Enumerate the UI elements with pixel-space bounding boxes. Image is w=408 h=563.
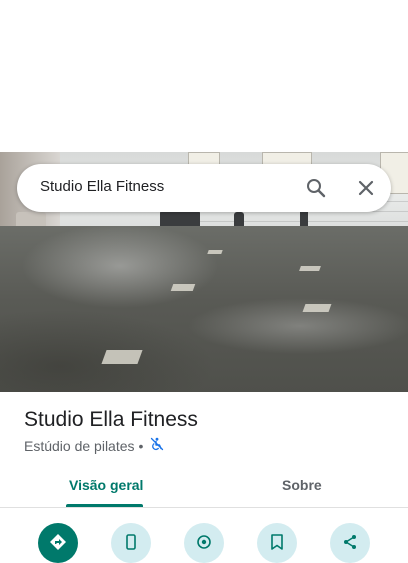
share-icon: [344, 535, 356, 549]
location-button[interactable]: [184, 523, 224, 563]
photo-floor: [0, 226, 408, 392]
floor-mark: [101, 350, 143, 364]
place-subtitle: Estúdio de pilates •: [24, 437, 164, 454]
place-title: Studio Ella Fitness: [24, 408, 198, 431]
search-icon[interactable]: [304, 176, 328, 200]
directions-icon: [50, 534, 66, 550]
floor-mark: [299, 266, 321, 271]
share-button[interactable]: [330, 523, 370, 563]
close-icon[interactable]: [354, 176, 378, 200]
floor-mark: [170, 284, 196, 291]
phone-icon: [126, 534, 136, 550]
floor-mark: [207, 250, 223, 254]
location-icon: [197, 535, 211, 549]
tab-overview[interactable]: Visão geral: [69, 477, 143, 493]
search-query[interactable]: Studio Ella Fitness: [40, 178, 164, 195]
save-icon: [271, 534, 283, 550]
tabs-divider: [0, 507, 408, 508]
map-area: [0, 0, 408, 152]
search-bar[interactable]: Studio Ella Fitness: [17, 164, 391, 212]
floor-mark: [302, 304, 332, 312]
wheelchair-not-accessible-icon[interactable]: [147, 437, 164, 454]
save-button[interactable]: [257, 523, 297, 563]
separator-dot: •: [138, 437, 144, 454]
directions-button[interactable]: [38, 523, 78, 563]
phone-button[interactable]: [111, 523, 151, 563]
tab-about[interactable]: Sobre: [282, 477, 322, 493]
place-category[interactable]: Estúdio de pilates: [24, 438, 135, 454]
